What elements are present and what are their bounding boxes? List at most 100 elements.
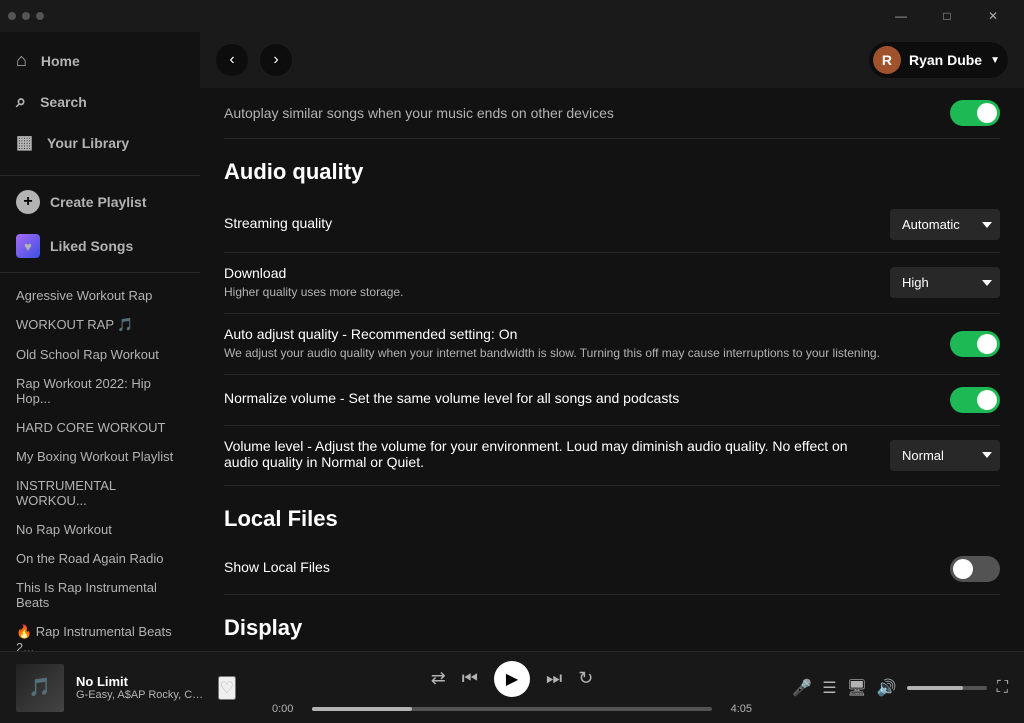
titlebar-dots bbox=[8, 12, 44, 20]
list-item[interactable]: This Is Rap Instrumental Beats bbox=[0, 573, 200, 617]
display-title: Display bbox=[224, 615, 1000, 641]
track-name: No Limit bbox=[76, 674, 206, 689]
list-item[interactable]: Rap Workout 2022: Hip Hop... bbox=[0, 369, 200, 413]
list-item[interactable]: No Rap Workout bbox=[0, 515, 200, 544]
sidebar-item-library[interactable]: ▦ Your Library bbox=[0, 122, 200, 163]
sidebar-liked-songs[interactable]: ♥ Liked Songs bbox=[0, 224, 200, 268]
create-playlist-label: Create Playlist bbox=[50, 194, 147, 210]
library-item-label: My Boxing Workout Playlist bbox=[16, 449, 173, 464]
fullscreen-button[interactable]: ⛶ bbox=[997, 679, 1008, 697]
titlebar-dot-3 bbox=[36, 12, 44, 20]
show-local-files-toggle-knob bbox=[953, 559, 973, 579]
sidebar-home-label: Home bbox=[41, 53, 80, 69]
sidebar: ⌂ Home ⌕ Search ▦ Your Library + Create … bbox=[0, 32, 200, 651]
normalize-volume-text: Normalize volume - Set the same volume l… bbox=[224, 390, 950, 409]
download-quality-text: Download Higher quality uses more storag… bbox=[224, 265, 890, 301]
sidebar-create-playlist[interactable]: + Create Playlist bbox=[0, 180, 200, 224]
sidebar-nav: ⌂ Home ⌕ Search ▦ Your Library bbox=[0, 32, 200, 171]
download-quality-row: Download Higher quality uses more storag… bbox=[224, 253, 1000, 314]
autoplay-toggle[interactable] bbox=[950, 100, 1000, 126]
volume-icon[interactable]: 🔊 bbox=[877, 678, 897, 698]
volume-level-text: Volume level - Adjust the volume for you… bbox=[224, 438, 890, 473]
titlebar-dot-2 bbox=[22, 12, 30, 20]
volume-level-row: Volume level - Adjust the volume for you… bbox=[224, 426, 1000, 486]
autoplay-row: Autoplay similar songs when your music e… bbox=[224, 88, 1000, 139]
sidebar-divider-2 bbox=[0, 272, 200, 273]
list-item[interactable]: My Boxing Workout Playlist bbox=[0, 442, 200, 471]
maximize-button[interactable]: □ bbox=[924, 0, 970, 32]
auto-adjust-toggle-track bbox=[950, 331, 1000, 357]
progress-total: 4:05 bbox=[720, 703, 752, 715]
show-local-files-text: Show Local Files bbox=[224, 559, 950, 578]
library-item-label: Agressive Workout Rap bbox=[16, 288, 152, 303]
show-local-files-label: Show Local Files bbox=[224, 559, 934, 575]
normalize-volume-toggle-track bbox=[950, 387, 1000, 413]
list-item[interactable]: On the Road Again Radio bbox=[0, 544, 200, 573]
user-menu-button[interactable]: R Ryan Dube ▼ bbox=[869, 42, 1008, 78]
liked-songs-label: Liked Songs bbox=[50, 238, 133, 254]
list-item[interactable]: 🔥 Rap Instrumental Beats 2... bbox=[0, 617, 200, 651]
next-button[interactable]: ⏭ bbox=[546, 668, 562, 689]
chevron-down-icon: ▼ bbox=[990, 55, 1000, 66]
volume-level-select[interactable]: Quiet Normal Loud bbox=[890, 440, 1000, 471]
lyrics-button[interactable]: 🎤 bbox=[792, 678, 812, 698]
player-track: 🎵 No Limit G-Easy, A$AP Rocky, Cardi B ♡ bbox=[16, 664, 236, 712]
album-art: 🎵 bbox=[16, 664, 64, 712]
streaming-quality-row: Streaming quality Automatic Low Normal H… bbox=[224, 197, 1000, 253]
show-local-files-row: Show Local Files bbox=[224, 544, 1000, 595]
list-item[interactable]: WORKOUT RAP 🎵 bbox=[0, 310, 200, 340]
progress-bar[interactable] bbox=[312, 707, 712, 711]
like-button[interactable]: ♡ bbox=[218, 676, 236, 700]
player-extras: 🎤 ☰ 🖥 🔊 ⛶ bbox=[788, 678, 1008, 698]
minimize-button[interactable]: — bbox=[878, 0, 924, 32]
main-layout: ⌂ Home ⌕ Search ▦ Your Library + Create … bbox=[0, 32, 1024, 651]
library-item-label: Rap Workout 2022: Hip Hop... bbox=[16, 376, 184, 406]
streaming-quality-select[interactable]: Automatic Low Normal High Very High bbox=[890, 209, 1000, 240]
content-area: ‹ › R Ryan Dube ▼ Autoplay similar songs… bbox=[200, 32, 1024, 651]
autoplay-toggle-track bbox=[950, 100, 1000, 126]
library-item-label: HARD CORE WORKOUT bbox=[16, 420, 166, 435]
auto-adjust-toggle[interactable] bbox=[950, 331, 1000, 357]
library-item-label: Old School Rap Workout bbox=[16, 347, 159, 362]
back-button[interactable]: ‹ bbox=[216, 44, 248, 76]
list-item[interactable]: INSTRUMENTAL WORKOU... bbox=[0, 471, 200, 515]
track-info: No Limit G-Easy, A$AP Rocky, Cardi B bbox=[76, 674, 206, 701]
player-controls: ⇄ ⏮ ▶ ⏭ ↻ 0:00 4:05 bbox=[248, 661, 776, 715]
list-item[interactable]: HARD CORE WORKOUT bbox=[0, 413, 200, 442]
previous-button[interactable]: ⏮ bbox=[462, 668, 478, 689]
volume-bar[interactable] bbox=[907, 686, 987, 690]
sidebar-search-label: Search bbox=[40, 94, 87, 110]
sidebar-item-home[interactable]: ⌂ Home bbox=[0, 40, 200, 81]
forward-button[interactable]: › bbox=[260, 44, 292, 76]
titlebar: — □ ✕ bbox=[0, 0, 1024, 32]
queue-button[interactable]: ☰ bbox=[822, 678, 836, 698]
library-item-label: This Is Rap Instrumental Beats bbox=[16, 580, 184, 610]
titlebar-controls: — □ ✕ bbox=[878, 0, 1016, 32]
volume-level-label: Volume level - Adjust the volume for you… bbox=[224, 438, 874, 470]
sidebar-library-list: Agressive Workout Rap WORKOUT RAP 🎵 Old … bbox=[0, 277, 200, 651]
liked-songs-icon: ♥ bbox=[16, 234, 40, 258]
play-button[interactable]: ▶ bbox=[494, 661, 530, 697]
player: 🎵 No Limit G-Easy, A$AP Rocky, Cardi B ♡… bbox=[0, 651, 1024, 723]
settings-scroll: Autoplay similar songs when your music e… bbox=[200, 88, 1024, 651]
sidebar-item-search[interactable]: ⌕ Search bbox=[0, 81, 200, 122]
close-button[interactable]: ✕ bbox=[970, 0, 1016, 32]
progress-fill bbox=[312, 707, 412, 711]
auto-adjust-toggle-knob bbox=[977, 334, 997, 354]
player-buttons: ⇄ ⏮ ▶ ⏭ ↻ bbox=[431, 661, 594, 697]
list-item[interactable]: Old School Rap Workout bbox=[0, 340, 200, 369]
normalize-volume-toggle[interactable] bbox=[950, 387, 1000, 413]
show-local-files-toggle-track bbox=[950, 556, 1000, 582]
repeat-button[interactable]: ↻ bbox=[578, 668, 593, 689]
devices-button[interactable]: 🖥 bbox=[847, 678, 867, 698]
library-item-label: INSTRUMENTAL WORKOU... bbox=[16, 478, 184, 508]
list-item[interactable]: Agressive Workout Rap bbox=[0, 281, 200, 310]
library-item-label: WORKOUT RAP 🎵 bbox=[16, 317, 134, 333]
shuffle-button[interactable]: ⇄ bbox=[431, 668, 446, 689]
show-local-files-toggle[interactable] bbox=[950, 556, 1000, 582]
auto-adjust-label: Auto adjust quality - Recommended settin… bbox=[224, 326, 934, 342]
download-quality-select[interactable]: Low Normal High Very High bbox=[890, 267, 1000, 298]
audio-quality-title: Audio quality bbox=[224, 159, 1000, 185]
user-name-label: Ryan Dube bbox=[909, 52, 982, 68]
titlebar-dot-1 bbox=[8, 12, 16, 20]
